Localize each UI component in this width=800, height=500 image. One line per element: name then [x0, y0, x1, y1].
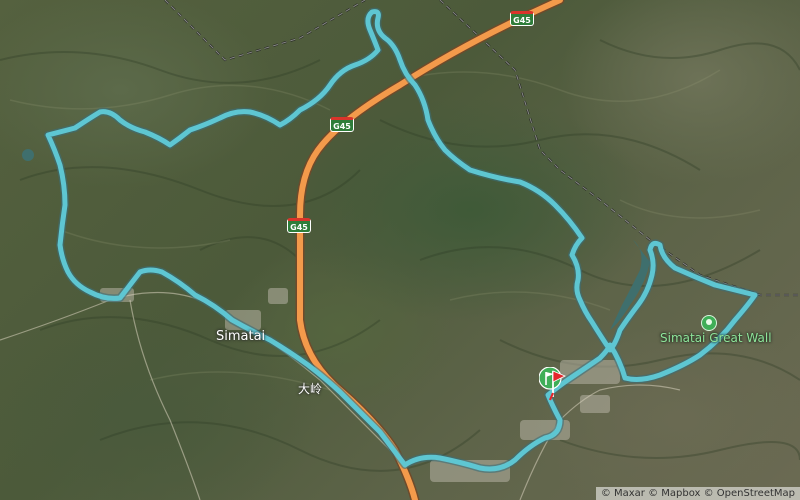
highway-shield-g45-middle: G45	[330, 117, 354, 132]
poi-label-simatai-great-wall[interactable]: Simatai Great Wall	[660, 331, 772, 345]
park-icon[interactable]	[701, 315, 717, 331]
place-label-simatai: Simatai	[216, 329, 266, 344]
map-attribution[interactable]: © Maxar © Mapbox © OpenStreetMap	[595, 487, 800, 500]
flag-icon	[539, 367, 566, 401]
place-label-daling: 大岭	[298, 382, 323, 396]
map-overlay	[0, 0, 800, 500]
pond-water	[22, 149, 34, 161]
highway-shield-g45-north: G45	[510, 11, 534, 26]
terrain-texture	[0, 39, 800, 472]
satellite-map[interactable]: G45 G45 G45 Simatai 大岭 Simatai Great Wal…	[0, 0, 800, 500]
highway-shield-g45-south: G45	[287, 218, 311, 233]
